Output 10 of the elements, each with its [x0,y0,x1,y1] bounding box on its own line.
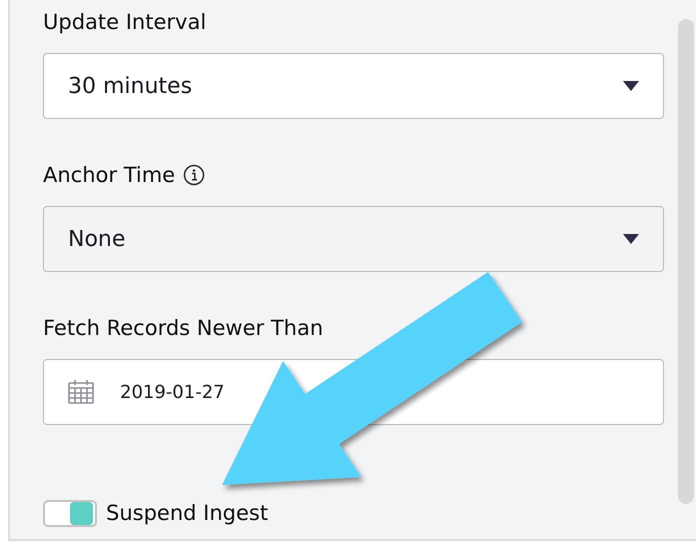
scrollbar[interactable] [678,19,694,504]
toggle-switch[interactable] [43,500,97,526]
calendar-icon [68,379,94,405]
dropdown-caret-icon [623,234,639,244]
field-label: Anchor Time [43,162,176,189]
dropdown[interactable]: 30 minutes [43,53,664,119]
dropdown-caret-icon [623,81,639,91]
field-label: Fetch Records Newer Than [43,315,324,342]
field-label: Update Interval [43,9,206,36]
toggle-label: Suspend Ingest [106,500,268,527]
